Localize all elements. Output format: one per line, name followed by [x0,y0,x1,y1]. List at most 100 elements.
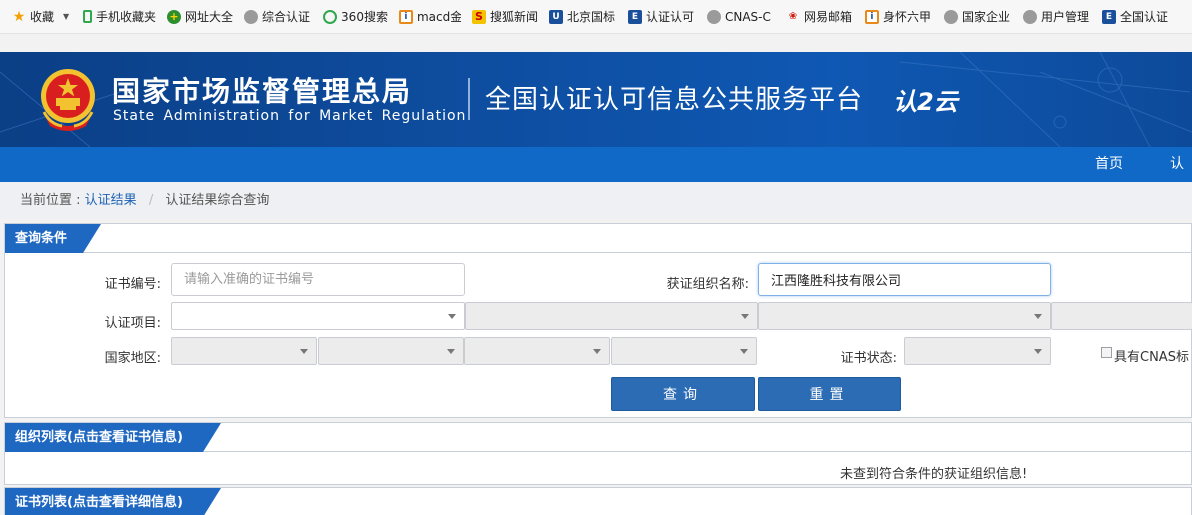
org-name-input[interactable] [758,263,1051,296]
chevron-down-icon [1034,314,1042,319]
cert-no-input[interactable] [171,263,465,296]
bookmark-beijing[interactable]: U 北京国标 [544,5,623,29]
cnas-checkbox[interactable] [1101,347,1112,358]
cert-status-select[interactable] [904,337,1051,365]
region-select-4[interactable] [611,337,757,365]
bookmark-label: 用户管理 [1040,10,1089,24]
bookmark-hao123[interactable]: + 网址大全 [162,5,239,29]
main-navigation: 首页 认证 [0,147,1192,207]
platform-title: 全国认证认可信息公共服务平台 [485,85,864,115]
globe-icon [244,9,259,24]
region-select-1[interactable] [171,337,317,365]
cert-no-label: 证书编号: [104,277,161,292]
bookmark-dropdown[interactable]: ▼ [60,5,78,29]
header-divider [468,78,470,120]
nav-item-cert[interactable]: 认证 [1170,147,1192,207]
bookmark-label: 360搜索 [341,10,388,24]
org-name-cn: 国家市场监督管理总局 [112,75,413,108]
cert-project-label: 认证项目: [104,316,161,331]
chevron-down-icon [740,349,748,354]
query-panel-title: 查询条件 [5,224,101,253]
bookmark-liujia[interactable]: i 身怀六甲 [860,5,939,29]
breadcrumb-current: 认证结果综合查询 [165,193,270,208]
bookmark-favorites[interactable]: ★ 收藏 [0,5,60,29]
breadcrumb-separator: / [148,193,154,208]
bookmark-enterprise[interactable]: 国家企业 [939,5,1018,29]
region-label: 国家地区: [104,351,161,366]
bookmark-163[interactable]: ❀ 网易邮箱 [781,5,860,29]
bookmark-label: CNAS-C [724,9,771,24]
chevron-down-icon [300,349,308,354]
chevron-down-icon [448,314,456,319]
query-panel-header: 查询条件 [5,224,1191,253]
sohu-icon: S [471,9,486,24]
breadcrumb: 当前位置 : 认证结果 / 认证结果综合查询 [0,182,1192,219]
nav-item-home[interactable]: 首页 [1095,147,1123,182]
bookmark-cert[interactable]: E 认证认可 [623,5,702,29]
search-button[interactable]: 查询 [611,377,755,411]
netease-icon: ❀ [788,10,798,22]
cert-list-panel: 证书列表(点击查看详细信息) [4,487,1192,515]
bookmark-label: macd金 [416,10,461,24]
macd-icon: i [864,9,879,24]
bookmark-user-mgmt[interactable]: 用户管理 [1018,5,1097,29]
region-select-2[interactable] [318,337,464,365]
bookmark-comprehensive[interactable]: 综合认证 [239,5,318,29]
bookmark-label: 北京国标 [566,10,615,24]
bookmark-label: 综合认证 [262,10,311,24]
bookmark-label: 手机收藏夹 [96,10,157,24]
bookmarks-bar: ★ 收藏 ▼ 手机收藏夹 + 网址大全 综合认证 360搜索 i macd金 S… [0,0,1192,34]
bookmark-label: 认证认可 [645,10,694,24]
bookmark-label: 国家企业 [961,10,1010,24]
cert-project-select-3[interactable] [758,302,1051,330]
bookmark-label: 网址大全 [185,10,234,24]
cert-status-label: 证书状态: [840,351,897,366]
cert-panel-header: 证书列表(点击查看详细信息) [5,488,1191,515]
search-360-icon [323,9,338,24]
page-top-gap [0,35,1192,52]
org-empty-message: 未查到符合条件的获证组织信息! [840,467,1028,482]
org-list-panel: 组织列表(点击查看证书信息) 未查到符合条件的获证组织信息! [4,422,1192,485]
cert-icon: E [1101,9,1116,24]
cert-icon: E [627,9,642,24]
bookmark-label: 收藏 [30,10,55,24]
query-conditions-panel: 查询条件 证书编号: 获证组织名称: 认证项目: 国家地区: 证书状态: 具有C… [4,223,1192,418]
org-name-label: 获证组织名称: [666,277,749,292]
breadcrumb-link-cert-results[interactable]: 认证结果 [85,193,137,208]
globe-icon [1022,9,1037,24]
cert-project-select-1[interactable] [171,302,465,330]
bookmark-label: 网易邮箱 [803,10,852,24]
cert-panel-title: 证书列表(点击查看详细信息) [5,488,221,515]
bookmark-360[interactable]: 360搜索 [318,5,394,29]
cert-project-select-4[interactable] [1051,302,1192,330]
chevron-down-icon [593,349,601,354]
star-icon: ★ [12,8,26,25]
bookmark-national-cert[interactable]: E 全国认证 [1097,5,1174,29]
chevron-down-icon [1034,349,1042,354]
plus-circle-icon: + [167,9,182,24]
bookmark-label: 搜狐新闻 [489,10,538,24]
cert-project-select-2[interactable] [465,302,758,330]
dropdown-caret-icon: ▼ [62,11,70,21]
chevron-down-icon [447,349,455,354]
region-select-3[interactable] [464,337,610,365]
bookmark-label: 全国认证 [1119,10,1168,24]
reset-button[interactable]: 重置 [758,377,901,411]
bookmark-cnas[interactable]: CNAS-C [702,5,781,29]
national-emblem-icon [41,69,95,131]
macd-icon: i [398,9,413,24]
bookmark-mobile[interactable]: 手机收藏夹 [78,5,162,29]
site-header-banner: 国家市场监督管理总局 State Administration for Mark… [0,52,1192,147]
bookmark-macd[interactable]: i macd金 [394,5,467,29]
site-icon: U [548,9,563,24]
breadcrumb-prefix: 当前位置 : [20,193,81,208]
renzhengyun-logo: 认2云 [893,88,958,116]
cnas-label: 具有CNAS标 [1114,350,1189,365]
bookmark-label: 身怀六甲 [882,10,931,24]
org-panel-title: 组织列表(点击查看证书信息) [5,423,221,452]
bookmark-sohu[interactable]: S 搜狐新闻 [467,5,544,29]
globe-icon [706,9,721,24]
globe-icon [943,9,958,24]
org-panel-header: 组织列表(点击查看证书信息) [5,423,1191,452]
org-name-en: State Administration for Market Regulati… [113,108,467,124]
